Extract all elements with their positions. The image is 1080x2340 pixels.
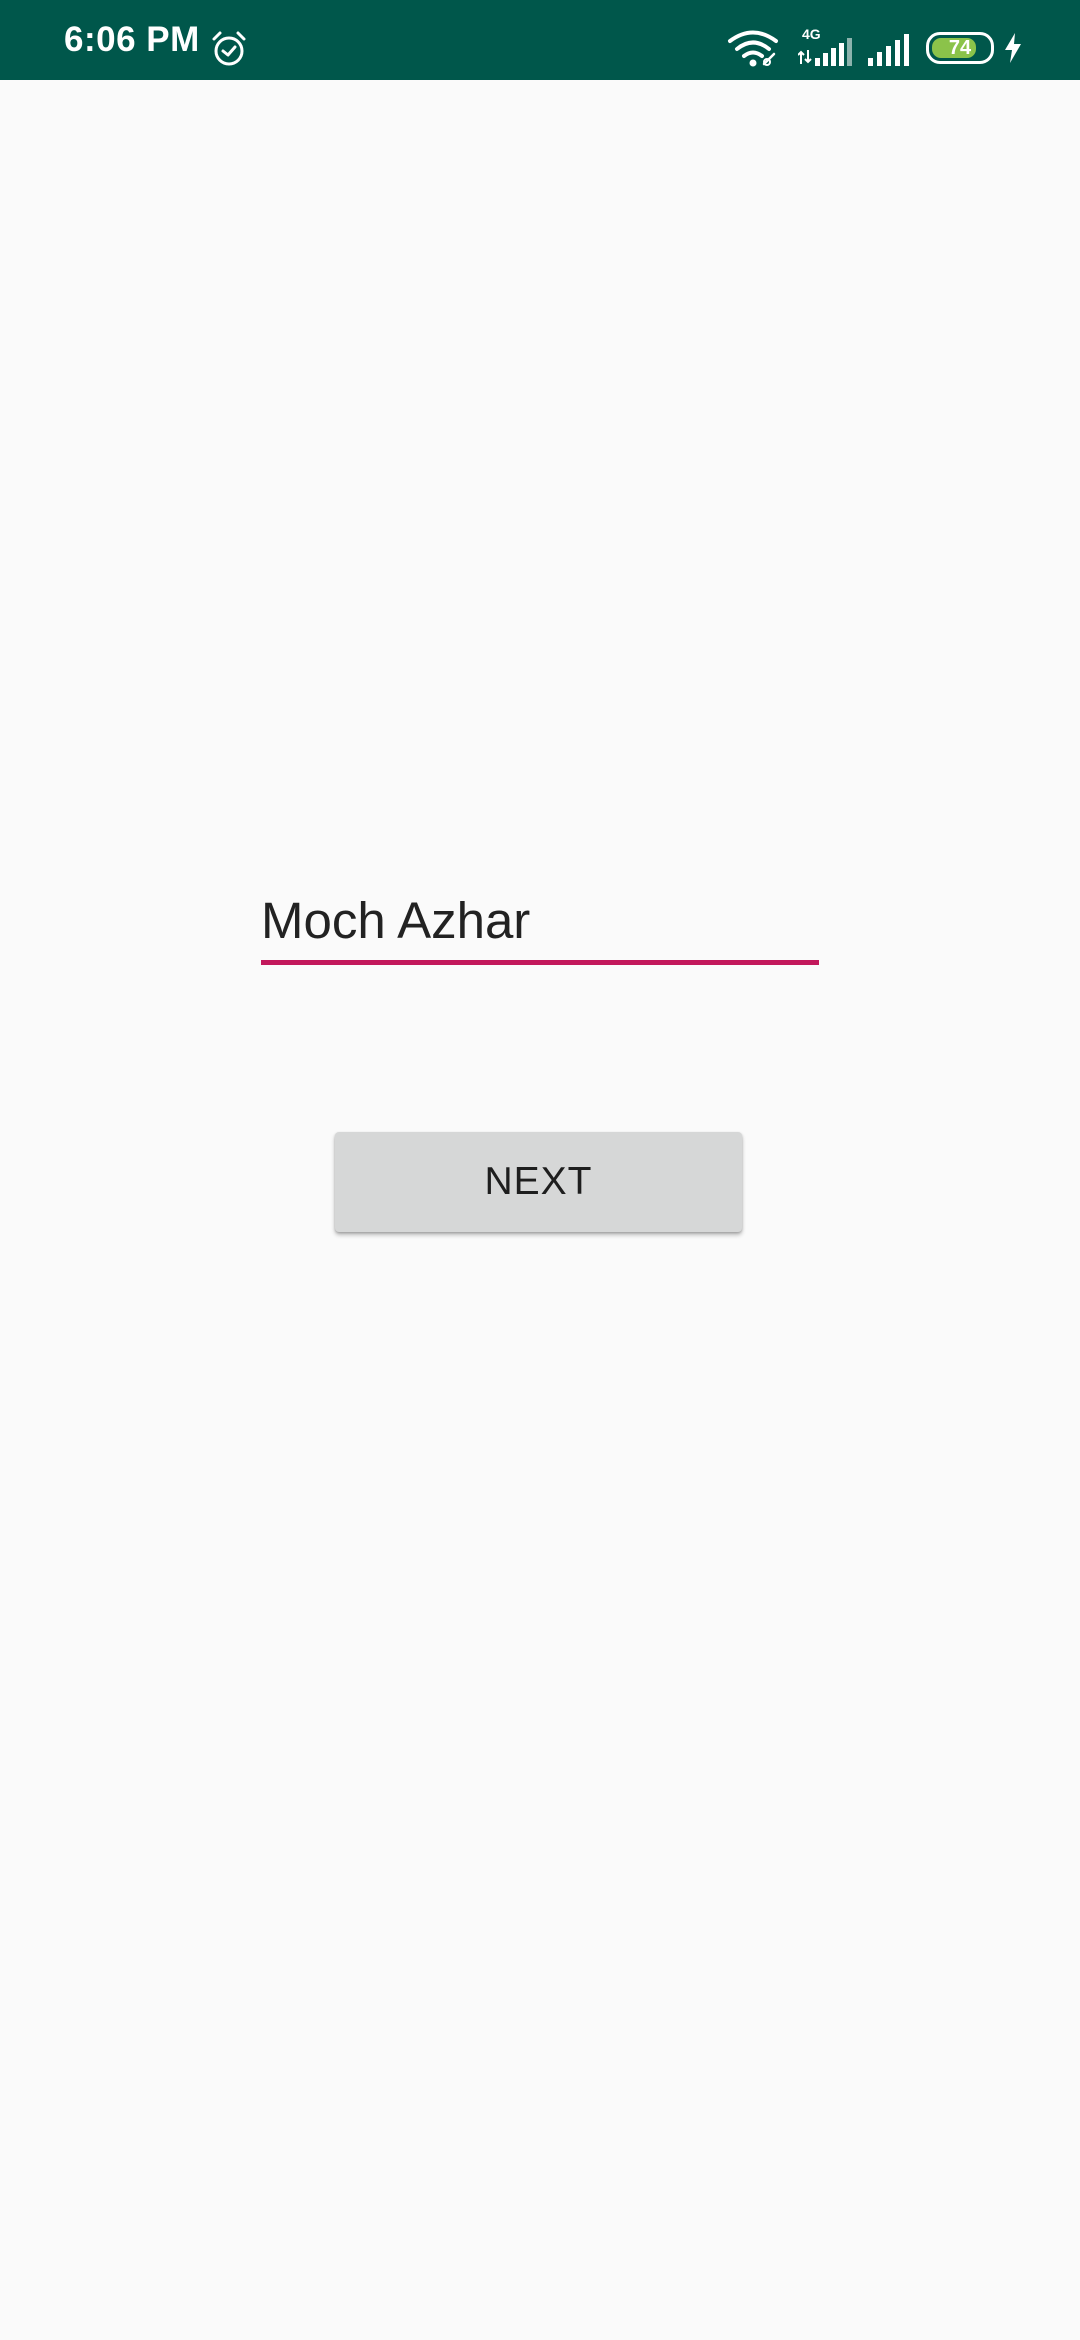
network-type-label: 4G [802, 26, 821, 42]
name-input[interactable] [261, 880, 819, 960]
status-bar: 6:06 PM 4G 74 [0, 0, 1080, 80]
wifi-icon [728, 30, 778, 67]
signal-icon [868, 34, 909, 66]
alarm-icon [212, 31, 246, 66]
battery-level: 74 [948, 37, 972, 59]
battery-icon: 74 [926, 32, 994, 64]
name-field[interactable] [261, 880, 819, 966]
name-input-underline [261, 960, 819, 965]
cell-4g-icon: 4G [798, 26, 852, 66]
next-button[interactable]: NEXT [335, 1132, 742, 1232]
charging-icon [1005, 33, 1021, 63]
status-time: 6:06 PM [64, 20, 200, 59]
